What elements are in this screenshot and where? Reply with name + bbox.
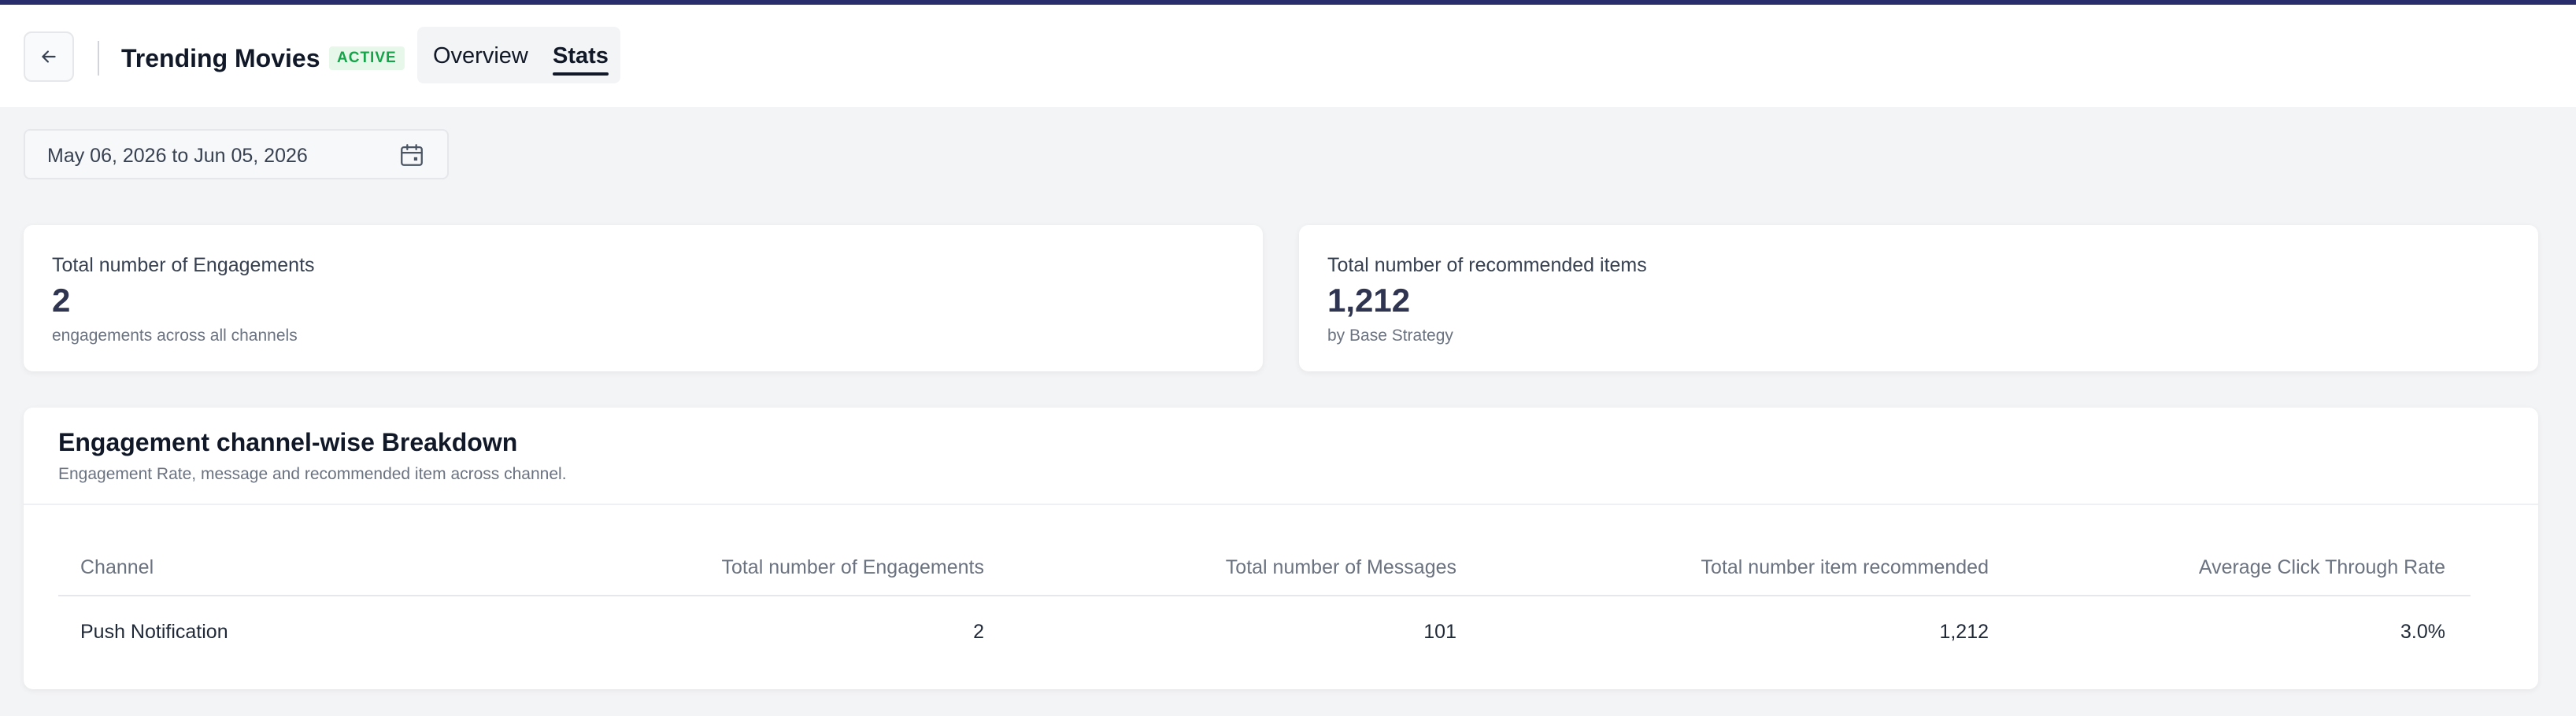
stat-caption: engagements across all channels [52,327,298,345]
tab-group: Overview Stats [417,27,620,83]
tab-stats[interactable]: Stats [553,42,609,76]
stat-caption: by Base Strategy [1327,327,1453,345]
table-row: Push Notification 2 101 1,212 3.0% [58,596,2471,666]
date-range-picker[interactable]: May 06, 2026 to Jun 05, 2026 [24,129,449,179]
calendar-icon[interactable] [398,142,425,168]
breakdown-divider [24,504,2538,505]
cell-engagements: 2 [973,621,984,643]
page-title: Trending Movies [121,44,320,72]
stat-label: Total number of recommended items [1327,254,1647,276]
status-badge: ACTIVE [329,46,405,70]
column-header-engagements: Total number of Engagements [721,556,984,578]
table-header-row: Channel Total number of Engagements Tota… [58,540,2471,596]
stat-value: 2 [52,282,71,319]
date-range-value: May 06, 2026 to Jun 05, 2026 [47,145,308,167]
column-header-items-recommended: Total number item recommended [1701,556,1989,578]
column-header-channel: Channel [80,556,154,578]
arrow-left-icon [42,50,56,63]
column-header-ctr: Average Click Through Rate [2198,556,2445,578]
header-divider [98,41,99,76]
recommended-items-stat-card: Total number of recommended items 1,212 … [1299,225,2538,371]
engagements-stat-card: Total number of Engagements 2 engagement… [24,225,1263,371]
column-header-messages: Total number of Messages [1225,556,1456,578]
breakdown-table: Channel Total number of Engagements Tota… [58,540,2471,666]
breakdown-subtitle: Engagement Rate, message and recommended… [58,465,567,483]
cell-items-recommended: 1,212 [1939,621,1989,643]
stat-label: Total number of Engagements [52,254,315,276]
back-button[interactable] [24,31,74,82]
stat-value: 1,212 [1327,282,1411,319]
page-header: Trending Movies ACTIVE Overview Stats [0,5,2576,107]
channel-breakdown-card: Engagement channel-wise Breakdown Engage… [24,408,2538,689]
cell-channel: Push Notification [80,621,228,643]
cell-messages: 101 [1423,621,1456,643]
tab-overview[interactable]: Overview [433,42,528,69]
breakdown-title: Engagement channel-wise Breakdown [58,428,518,456]
cell-ctr: 3.0% [2400,621,2445,643]
